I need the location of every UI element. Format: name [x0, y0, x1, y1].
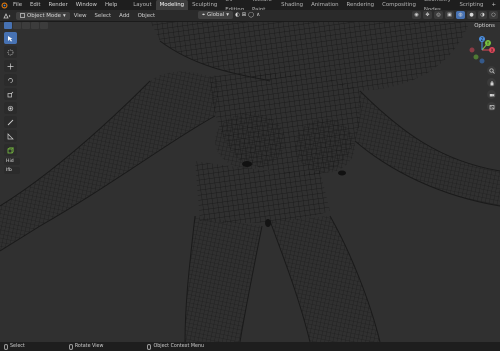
cursor-tool-icon[interactable] — [4, 46, 17, 58]
status-bar: Select Rotate View Object Context Menu — [0, 342, 500, 351]
move-tool-icon[interactable] — [4, 60, 17, 72]
tool-label-ifb[interactable]: Ifb — [4, 167, 20, 174]
editor-type-icon[interactable] — [1, 12, 13, 20]
pivot-icon[interactable]: ◐ — [235, 12, 240, 18]
status-select: Select — [4, 343, 25, 350]
navigation-gizmo[interactable]: X Y Z — [466, 34, 498, 68]
camera-view-icon[interactable] — [487, 90, 496, 99]
select-invert-icon[interactable] — [31, 22, 39, 29]
orientation-selector[interactable]: ⌖ Global ▾ — [198, 11, 233, 19]
menu-window[interactable]: Window — [72, 0, 101, 10]
visibility-icon[interactable]: ◉ — [412, 11, 421, 19]
mouse-left-icon — [4, 343, 8, 350]
options-dropdown[interactable]: Options — [471, 22, 498, 30]
menu-add[interactable]: Add — [115, 13, 133, 19]
select-extend-icon[interactable] — [13, 22, 21, 29]
select-intersect-icon[interactable] — [40, 22, 48, 29]
status-context-label: Object Context Menu — [153, 344, 205, 349]
object-mode-icon — [20, 13, 25, 18]
tab-rendering[interactable]: Rendering — [343, 0, 379, 10]
chevron-down-icon: ▾ — [226, 12, 229, 18]
top-bar: File Edit Render Window Help Layout Mode… — [0, 0, 500, 13]
transform-orientation-group: ⌖ Global ▾ ◐ ⊞ ◯ ∧ — [198, 11, 260, 19]
options-label: Options — [474, 23, 495, 29]
mode-label: Object Mode — [27, 12, 61, 19]
add-cube-tool-icon[interactable] — [4, 144, 17, 156]
status-rotate: Rotate View — [68, 343, 104, 350]
snap-icon[interactable]: ⊞ — [242, 12, 247, 18]
wireframe-shading-icon[interactable]: ◍ — [456, 11, 465, 19]
tab-layout[interactable]: Layout — [129, 0, 155, 10]
header-right-tools: ◉ ✥ ◎ ▣ ◍ ● ◑ ○ — [412, 11, 498, 19]
gizmo-neg-x-axis[interactable] — [469, 47, 475, 53]
material-shading-icon[interactable]: ◑ — [478, 11, 487, 19]
mouse-right-icon — [147, 343, 152, 350]
orientation-label: Global — [207, 12, 225, 18]
viewport-header: Object Mode ▾ View Select Add Object ⌖ G… — [0, 10, 500, 22]
mode-selector[interactable]: Object Mode ▾ — [16, 11, 70, 20]
rotate-tool-icon[interactable] — [4, 74, 17, 86]
gizmo-toggle-icon[interactable]: ✥ — [423, 11, 432, 19]
workspace-tabs: Layout Modeling Sculpting UV Editing Tex… — [129, 0, 500, 13]
xray-icon[interactable]: ▣ — [445, 11, 454, 19]
select-subtract-icon[interactable] — [22, 22, 30, 29]
measure-tool-icon[interactable] — [4, 130, 17, 142]
tab-sculpting[interactable]: Sculpting — [188, 0, 221, 10]
pan-hand-icon[interactable] — [487, 78, 496, 87]
proportional-edit-icon[interactable]: ◯ — [248, 12, 254, 18]
tab-animation[interactable]: Animation — [307, 0, 342, 10]
global-orientation-icon: ⌖ — [202, 11, 206, 18]
gizmo-x-label: X — [491, 48, 494, 53]
navigation-controls — [487, 66, 496, 111]
menu-select[interactable]: Select — [90, 13, 115, 19]
select-mode-group — [4, 22, 48, 29]
zoom-icon[interactable] — [487, 66, 496, 75]
overlay-icon[interactable]: ◎ — [434, 11, 443, 19]
tab-shading[interactable]: Shading — [277, 0, 307, 10]
status-rotate-label: Rotate View — [74, 344, 104, 349]
tool-label-hid[interactable]: Hid — [4, 158, 20, 165]
gizmo-z-label: Z — [481, 37, 484, 42]
chevron-down-icon: ▾ — [62, 12, 66, 19]
rendered-shading-icon[interactable]: ○ — [489, 11, 498, 19]
status-select-label: Select — [10, 344, 25, 349]
tab-compositing[interactable]: Compositing — [378, 0, 420, 10]
annotate-tool-icon[interactable] — [4, 116, 17, 128]
tab-modeling[interactable]: Modeling — [155, 0, 189, 10]
add-workspace-button[interactable]: + — [487, 2, 500, 8]
solid-shading-icon[interactable]: ● — [467, 11, 476, 19]
scale-tool-icon[interactable] — [4, 88, 17, 100]
tab-scripting[interactable]: Scripting — [455, 0, 487, 10]
menu-file[interactable]: File — [9, 0, 26, 10]
select-box-tool-icon[interactable] — [4, 32, 17, 44]
gizmo-y-label: Y — [486, 41, 490, 46]
blender-logo-icon[interactable] — [0, 0, 9, 10]
transform-tool-icon[interactable] — [4, 102, 17, 114]
select-new-icon[interactable] — [4, 22, 12, 29]
menu-view[interactable]: View — [70, 13, 91, 19]
perspective-toggle-icon[interactable] — [487, 102, 496, 111]
menu-edit[interactable]: Edit — [26, 0, 44, 10]
falloff-icon[interactable]: ∧ — [256, 12, 260, 18]
menu-object[interactable]: Object — [134, 13, 160, 19]
menu-help[interactable]: Help — [101, 0, 121, 10]
status-context: Object Context Menu — [147, 343, 205, 350]
3d-viewport[interactable] — [0, 21, 500, 342]
mouse-middle-icon — [68, 343, 73, 350]
gizmo-neg-z-axis[interactable] — [479, 58, 485, 64]
menu-render[interactable]: Render — [44, 0, 71, 10]
gizmo-neg-y-axis[interactable] — [473, 54, 479, 60]
tool-shelf: Hid Ifb — [4, 32, 20, 174]
